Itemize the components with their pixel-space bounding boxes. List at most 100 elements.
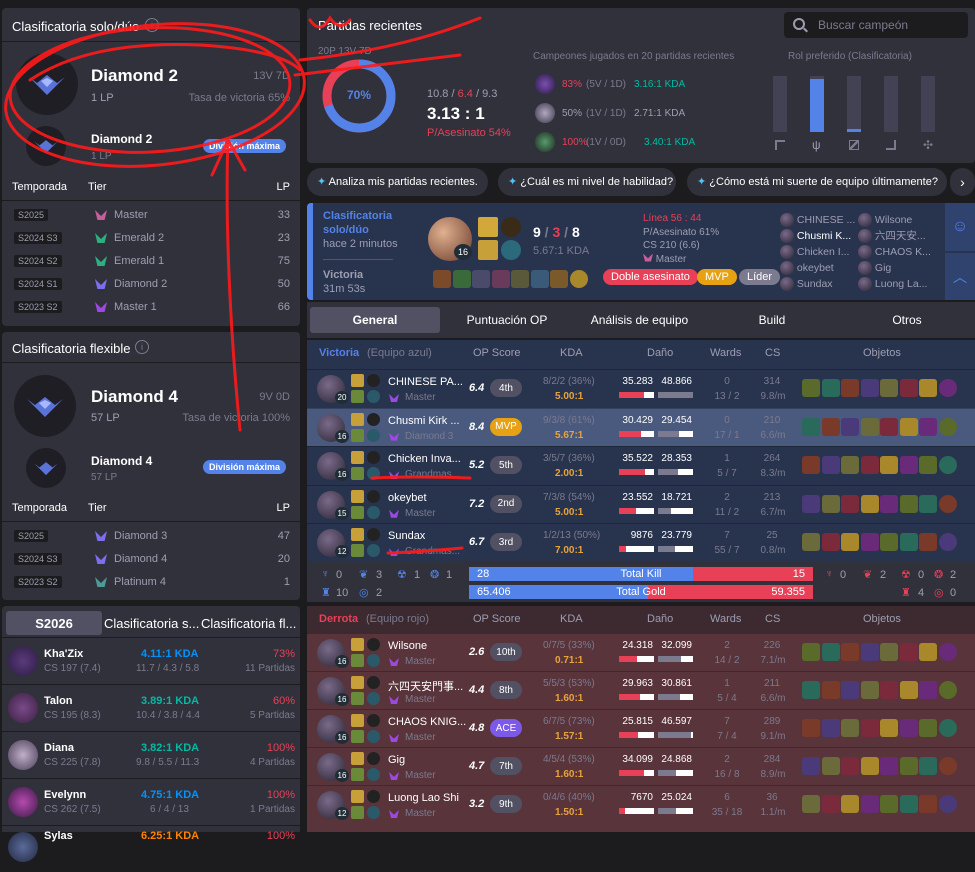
- prompt-chip[interactable]: ✦ Analiza mis partidas recientes.: [307, 168, 488, 196]
- item-icon[interactable]: [919, 719, 937, 737]
- next-prompts-button[interactable]: ›: [950, 168, 975, 196]
- champion-row[interactable]: Evelynn CS 262 (7.5) 4.75:1 KDA 6 / 4 / …: [2, 778, 300, 825]
- item-icon[interactable]: [919, 456, 937, 475]
- trinket-icon[interactable]: [938, 533, 957, 552]
- item-icon[interactable]: [919, 795, 937, 813]
- player-row[interactable]: 16 Wilsone Master 2.6 10th 0/7/5 (33%) 0.71:1 2…: [307, 633, 975, 671]
- item-icon[interactable]: [821, 456, 840, 475]
- item-icon[interactable]: [860, 681, 879, 699]
- ai-analyze-button[interactable]: ☺: [945, 203, 975, 251]
- search-input[interactable]: Buscar campeón: [818, 18, 908, 32]
- champion-row[interactable]: Sylas 6.25:1 KDA 100%: [2, 825, 300, 872]
- item-icon[interactable]: [821, 533, 840, 552]
- summoner-name[interactable]: CHAOS KNIG...: [388, 716, 466, 728]
- item-icon[interactable]: [919, 533, 937, 552]
- item-icon[interactable]: [899, 379, 918, 397]
- player-row[interactable]: 15 okeybet Master 7.2 2nd 7/3/8 (54%) 5.00:1 23…: [307, 484, 975, 524]
- trinket-icon[interactable]: [938, 795, 957, 813]
- tab-season[interactable]: S2026: [6, 611, 102, 635]
- item-icon[interactable]: [899, 456, 918, 475]
- trinket-icon[interactable]: [938, 379, 957, 397]
- tab-flex[interactable]: Clasificatoria fl...: [201, 616, 296, 631]
- item-icon[interactable]: [880, 533, 898, 552]
- item-icon[interactable]: [821, 379, 840, 397]
- item-icon[interactable]: [802, 719, 820, 737]
- item-icon[interactable]: [802, 795, 820, 813]
- item-icon[interactable]: [841, 379, 859, 397]
- tab-build[interactable]: Build: [712, 307, 832, 333]
- item-icon[interactable]: [860, 643, 879, 661]
- summoner-name[interactable]: okeybet: [388, 492, 427, 504]
- trinket-icon[interactable]: [938, 719, 957, 737]
- item-icon[interactable]: [860, 533, 879, 552]
- summoner-name[interactable]: 六四天安門事...: [388, 678, 463, 694]
- summoner-name[interactable]: Chicken Inva...: [388, 453, 461, 465]
- item-icon[interactable]: [841, 417, 859, 436]
- item-icon[interactable]: [860, 795, 879, 813]
- player-row[interactable]: 20 CHINESE PA... Master 6.4 4th 8/2/2 (36%) 5.…: [307, 369, 975, 408]
- item-icon[interactable]: [919, 681, 937, 699]
- item-icon[interactable]: [860, 494, 879, 513]
- item-icon[interactable]: [821, 681, 840, 699]
- item-icon[interactable]: [880, 379, 898, 397]
- match-card[interactable]: Clasificatoria solo/dúo hace 2 minutos V…: [307, 203, 975, 300]
- item-icon[interactable]: [880, 719, 898, 737]
- item-icon[interactable]: [802, 379, 820, 397]
- item-icon[interactable]: [880, 456, 898, 475]
- item-icon[interactable]: [802, 681, 820, 699]
- item-icon[interactable]: [899, 719, 918, 737]
- item-icon[interactable]: [860, 719, 879, 737]
- summoner-name[interactable]: Chusmi Kirk ...: [388, 415, 460, 427]
- tab-general[interactable]: General: [310, 307, 440, 333]
- item-icon[interactable]: [821, 757, 840, 775]
- item-icon[interactable]: [841, 719, 859, 737]
- tab-solo[interactable]: Clasificatoria s...: [104, 616, 199, 631]
- item-icon[interactable]: [841, 681, 859, 699]
- item-icon[interactable]: [899, 494, 918, 513]
- player-row[interactable]: 16 CHAOS KNIG... Master 4.8 ACE 6/7/5 (73%) 1.…: [307, 709, 975, 747]
- champion-search[interactable]: Buscar campeón: [784, 12, 968, 38]
- item-icon[interactable]: [821, 643, 840, 661]
- trinket-icon[interactable]: [938, 456, 957, 475]
- trinket-icon[interactable]: [938, 494, 957, 513]
- item-icon[interactable]: [802, 643, 820, 661]
- item-icon[interactable]: [899, 533, 918, 552]
- item-icon[interactable]: [919, 757, 937, 775]
- item-icon[interactable]: [880, 795, 898, 813]
- item-icon[interactable]: [919, 379, 937, 397]
- item-icon[interactable]: [841, 494, 859, 513]
- item-icon[interactable]: [919, 494, 937, 513]
- item-icon[interactable]: [880, 494, 898, 513]
- item-icon[interactable]: [802, 456, 820, 475]
- item-icon[interactable]: [841, 757, 859, 775]
- player-row[interactable]: 16 Chicken Inva... Grandmas... 5.2 5th 3/5/7 …: [307, 446, 975, 485]
- item-icon[interactable]: [880, 681, 898, 699]
- item-icon[interactable]: [821, 795, 840, 813]
- item-icon[interactable]: [860, 417, 879, 436]
- item-icon[interactable]: [802, 533, 820, 552]
- summoner-name[interactable]: Wilsone: [388, 640, 427, 652]
- item-icon[interactable]: [899, 681, 918, 699]
- item-icon[interactable]: [860, 757, 879, 775]
- player-row[interactable]: 12 Sundax Grandmas... 6.7 3rd 1/2/13 (50%) 7.0…: [307, 523, 975, 562]
- info-icon[interactable]: i: [135, 340, 149, 354]
- player-row[interactable]: 16 Chusmi Kirk ... Diamond 3 8.4 MVP 9/3/8 (6…: [307, 407, 975, 447]
- item-icon[interactable]: [802, 417, 820, 436]
- tab-others[interactable]: Otros: [847, 307, 967, 333]
- champion-row[interactable]: Kha'Zix CS 197 (7.4) 4.11:1 KDA 11.7 / 4…: [2, 637, 300, 684]
- summoner-name[interactable]: Gig: [388, 754, 405, 766]
- champion-row[interactable]: Talon CS 195 (8.3) 3.89:1 KDA 10.4 / 3.8…: [2, 684, 300, 731]
- tab-op-score[interactable]: Puntuación OP: [447, 307, 567, 333]
- trinket-icon[interactable]: [938, 757, 957, 775]
- item-icon[interactable]: [841, 795, 859, 813]
- trinket-icon[interactable]: [938, 417, 957, 436]
- item-icon[interactable]: [899, 643, 918, 661]
- collapse-details-button[interactable]: ︿: [945, 253, 975, 300]
- summoner-name[interactable]: CHINESE PA...: [388, 376, 463, 388]
- trinket-icon[interactable]: [938, 681, 957, 699]
- item-icon[interactable]: [880, 757, 898, 775]
- item-icon[interactable]: [919, 417, 937, 436]
- item-icon[interactable]: [899, 417, 918, 436]
- item-icon[interactable]: [802, 757, 820, 775]
- item-icon[interactable]: [919, 643, 937, 661]
